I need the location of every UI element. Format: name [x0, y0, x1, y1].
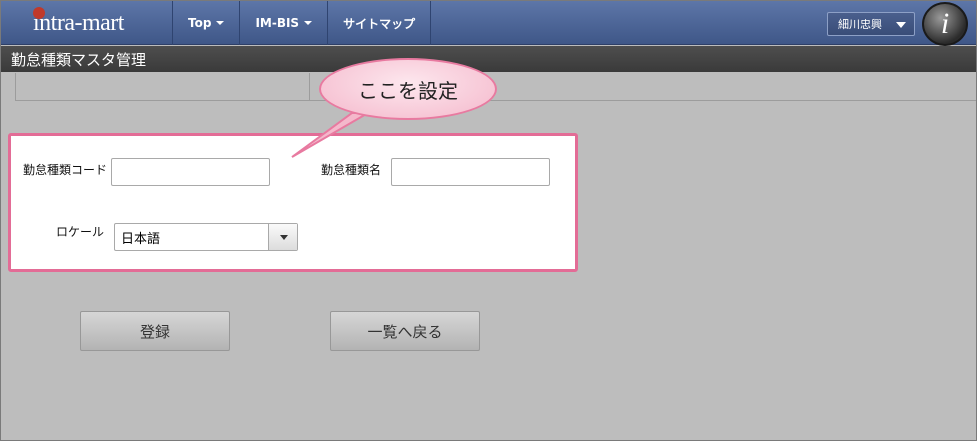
page-title: 勤怠種類マスタ管理 — [11, 50, 147, 69]
triangle-down-icon — [896, 22, 906, 28]
logo-text: intra-mart — [33, 9, 124, 36]
nav-item-im-bis-label: IM-BIS — [255, 16, 300, 30]
nav-item-top-label: Top — [188, 16, 212, 30]
nav-item-sitemap-label: サイトマップ — [343, 16, 416, 31]
nav-item-top[interactable]: Top — [173, 1, 241, 45]
info-help-icon[interactable]: i — [922, 2, 968, 46]
name-input[interactable] — [391, 158, 550, 186]
locale-label: ロケール — [56, 225, 105, 239]
main-nav: Top IM-BIS サイトマップ — [173, 1, 432, 45]
intra-mart-logo[interactable]: intra-mart — [1, 1, 173, 45]
logo-dot-icon — [33, 7, 45, 19]
code-label: 勤怠種類コード — [23, 163, 108, 177]
locale-selected-value: 日本語 — [121, 231, 161, 247]
callout-bubble: ここを設定 — [319, 58, 497, 120]
user-menu-dropdown[interactable]: 細川忠興 — [827, 12, 915, 36]
triangle-down-icon — [280, 235, 288, 240]
callout-tail-shape — [291, 112, 372, 158]
code-input[interactable] — [111, 158, 270, 186]
page-title-bar: 勤怠種類マスタ管理 — [1, 46, 976, 72]
back-to-list-button[interactable]: 一覧へ戻る — [330, 311, 480, 351]
user-name: 細川忠興 — [838, 18, 882, 31]
toolbar-divider — [309, 73, 310, 101]
register-button[interactable]: 登録 — [80, 311, 230, 351]
caret-down-icon — [216, 21, 225, 25]
nav-item-sitemap[interactable]: サイトマップ — [328, 1, 432, 45]
locale-select-button[interactable] — [268, 224, 297, 250]
caret-down-icon — [304, 21, 313, 25]
locale-select[interactable]: 日本語 — [114, 223, 298, 251]
nav-item-im-bis[interactable]: IM-BIS — [240, 1, 329, 45]
top-header: intra-mart Top IM-BIS サイトマップ 細川忠興 i — [1, 1, 976, 46]
callout-text: ここを設定 — [358, 78, 458, 103]
